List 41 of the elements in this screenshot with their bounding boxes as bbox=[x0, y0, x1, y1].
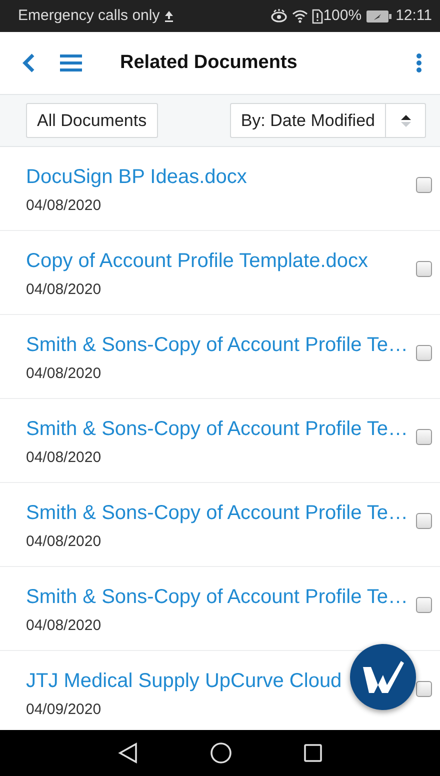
document-date: 04/08/2020 bbox=[26, 532, 102, 552]
back-icon[interactable] bbox=[22, 53, 36, 73]
carrier-text: Emergency calls only bbox=[18, 6, 160, 26]
document-link[interactable]: Smith & Sons-Copy of Account Profile Te… bbox=[26, 417, 408, 441]
page-title: Related Documents bbox=[120, 52, 298, 74]
document-date: 04/08/2020 bbox=[26, 196, 102, 216]
more-options-icon[interactable] bbox=[416, 53, 422, 73]
document-date: 04/08/2020 bbox=[26, 616, 102, 636]
document-link[interactable]: Smith & Sons-Copy of Account Profile Te… bbox=[26, 585, 408, 609]
home-nav-icon[interactable] bbox=[210, 742, 232, 764]
document-date: 04/08/2020 bbox=[26, 364, 102, 384]
select-checkbox[interactable] bbox=[416, 177, 432, 193]
select-checkbox[interactable] bbox=[416, 681, 432, 697]
select-checkbox[interactable] bbox=[416, 513, 432, 529]
battery-icon bbox=[366, 10, 392, 22]
sim-icon bbox=[312, 8, 324, 24]
sort-button[interactable]: By: Date Modified bbox=[230, 102, 386, 138]
upload-icon bbox=[164, 10, 174, 22]
select-checkbox[interactable] bbox=[416, 261, 432, 277]
select-checkbox[interactable] bbox=[416, 345, 432, 361]
document-link[interactable]: Smith & Sons-Copy of Account Profile Te… bbox=[26, 333, 408, 357]
document-date: 04/08/2020 bbox=[26, 448, 102, 468]
filter-button[interactable]: All Documents bbox=[26, 102, 158, 138]
eye-icon bbox=[270, 9, 288, 23]
recents-nav-icon[interactable] bbox=[304, 744, 322, 762]
document-link[interactable]: JTJ Medical Supply UpCurve Cloud bbox=[26, 669, 342, 693]
battery-percent: 100% bbox=[323, 6, 362, 26]
select-checkbox[interactable] bbox=[416, 429, 432, 445]
sort-arrows-icon bbox=[400, 112, 412, 128]
menu-icon[interactable] bbox=[60, 54, 82, 72]
document-link[interactable]: DocuSign BP Ideas.docx bbox=[26, 165, 247, 189]
document-date: 04/09/2020 bbox=[26, 700, 102, 720]
select-checkbox[interactable] bbox=[416, 597, 432, 613]
wifi-icon bbox=[292, 9, 308, 23]
app-logo-button[interactable] bbox=[350, 644, 416, 710]
logo-icon bbox=[361, 659, 405, 695]
clock-time: 12:11 bbox=[396, 6, 432, 26]
back-nav-icon[interactable] bbox=[118, 742, 138, 764]
document-link[interactable]: Copy of Account Profile Template.docx bbox=[26, 249, 368, 273]
document-link[interactable]: Smith & Sons-Copy of Account Profile Te… bbox=[26, 501, 408, 525]
document-date: 04/08/2020 bbox=[26, 280, 102, 300]
